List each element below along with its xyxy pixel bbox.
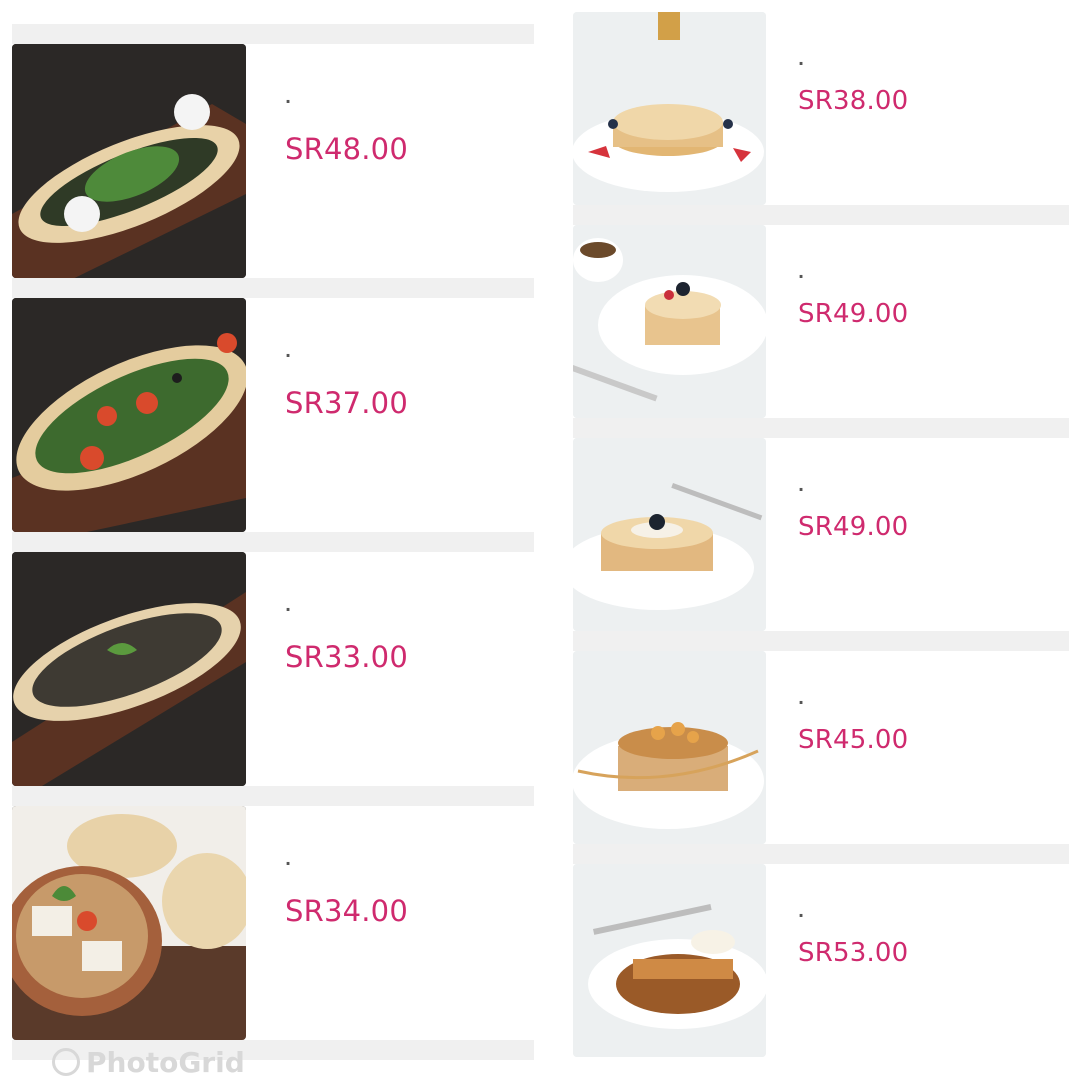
- food-image: [12, 552, 246, 786]
- menu-item-card[interactable]: . SR45.00: [573, 651, 1069, 844]
- menu-item-card[interactable]: . SR48.00: [12, 44, 534, 278]
- item-name: .: [285, 88, 292, 107]
- item-price: SR49.00: [798, 299, 909, 329]
- item-price: SR37.00: [285, 386, 408, 420]
- item-price: SR34.00: [285, 894, 408, 928]
- divider: [12, 278, 534, 298]
- item-name: .: [798, 50, 805, 69]
- item-name: .: [285, 850, 292, 869]
- item-name: .: [285, 342, 292, 361]
- divider: [573, 205, 1069, 225]
- menu-item-card[interactable]: . SR49.00: [573, 225, 1069, 418]
- item-price: SR38.00: [798, 86, 909, 116]
- divider: [12, 786, 534, 806]
- divider: [573, 631, 1069, 651]
- menu-item-card[interactable]: . SR53.00: [573, 864, 1069, 1057]
- food-image: [573, 12, 766, 205]
- item-name: .: [285, 596, 292, 615]
- menu-item-card[interactable]: . SR49.00: [573, 438, 1069, 631]
- item-name: .: [798, 902, 805, 921]
- food-image: [573, 651, 766, 844]
- left-menu-column: . SR48.00 . SR37.00 . SR33.00 . SR34.00: [12, 24, 534, 1060]
- divider: [12, 532, 534, 552]
- food-image: [573, 864, 766, 1057]
- item-price: SR45.00: [798, 725, 909, 755]
- item-name: .: [798, 476, 805, 495]
- item-price: SR53.00: [798, 938, 909, 968]
- food-image: [12, 298, 246, 532]
- item-price: SR33.00: [285, 640, 408, 674]
- photogrid-logo-icon: [52, 1048, 80, 1076]
- food-image: [573, 225, 766, 418]
- menu-item-card[interactable]: . SR33.00: [12, 552, 534, 786]
- divider: [573, 844, 1069, 864]
- photogrid-watermark: PhotoGrid: [52, 1045, 292, 1079]
- divider: [12, 24, 534, 44]
- right-menu-column: . SR38.00 . SR49.00 . SR49.00 . SR45.00 …: [573, 12, 1069, 1057]
- item-name: .: [798, 263, 805, 282]
- food-image: [573, 438, 766, 631]
- menu-item-card[interactable]: . SR37.00: [12, 298, 534, 532]
- food-image: [12, 806, 246, 1040]
- watermark-text: PhotoGrid: [86, 1045, 245, 1079]
- item-price: SR49.00: [798, 512, 909, 542]
- food-image: [12, 44, 246, 278]
- menu-item-card[interactable]: . SR38.00: [573, 12, 1069, 205]
- divider: [573, 418, 1069, 438]
- item-price: SR48.00: [285, 132, 408, 166]
- menu-item-card[interactable]: . SR34.00: [12, 806, 534, 1040]
- item-name: .: [798, 689, 805, 708]
